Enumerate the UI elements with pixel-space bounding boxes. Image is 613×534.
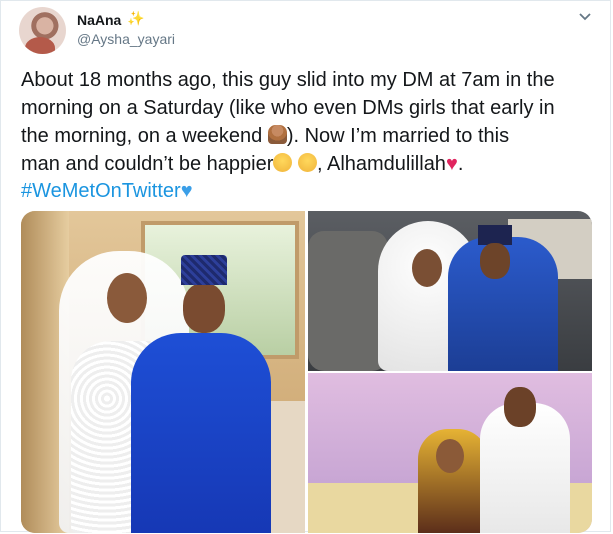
pleading-face-emoji-icon [297, 153, 317, 172]
groom-figure [131, 255, 271, 533]
relieved-face-emoji-icon [273, 153, 293, 172]
cap [181, 255, 227, 285]
user-handle[interactable]: @Aysha_yayari [77, 31, 175, 47]
bride-face [436, 439, 464, 473]
tweet-text: About 18 months ago, this guy slid into … [21, 66, 601, 178]
red-heart-emoji-icon: ♥ [445, 153, 458, 175]
photo-couple-in-car[interactable] [308, 211, 592, 371]
cap [478, 225, 512, 245]
agbada [131, 333, 271, 533]
sparkle-icon: ✨ [127, 10, 145, 26]
photo-couple-on-couch[interactable] [308, 373, 592, 533]
blue-heart-emoji-icon: ♥ [180, 180, 193, 202]
photo-couple-standing[interactable] [21, 211, 305, 533]
tweet-text-part3: , Alhamdulillah [316, 153, 446, 175]
avatar-figure [25, 37, 55, 54]
bride-face [412, 249, 442, 287]
chevron-down-icon-svg [579, 13, 591, 21]
media-grid [21, 211, 592, 533]
groom-face [504, 387, 536, 427]
avatar[interactable] [19, 7, 66, 54]
groom-face [480, 243, 510, 279]
groom-face [183, 283, 225, 333]
hashtag-link[interactable]: #WeMetOnTwitter♥ [21, 178, 193, 204]
chevron-down-icon[interactable] [578, 12, 592, 24]
woman-shrugging-emoji-icon [267, 125, 287, 144]
tweet-text-part4: . [457, 153, 464, 175]
car-seat [308, 231, 388, 371]
hashtag-text[interactable]: #WeMetOnTwitter [21, 180, 181, 202]
display-name[interactable]: NaAna [77, 12, 121, 28]
